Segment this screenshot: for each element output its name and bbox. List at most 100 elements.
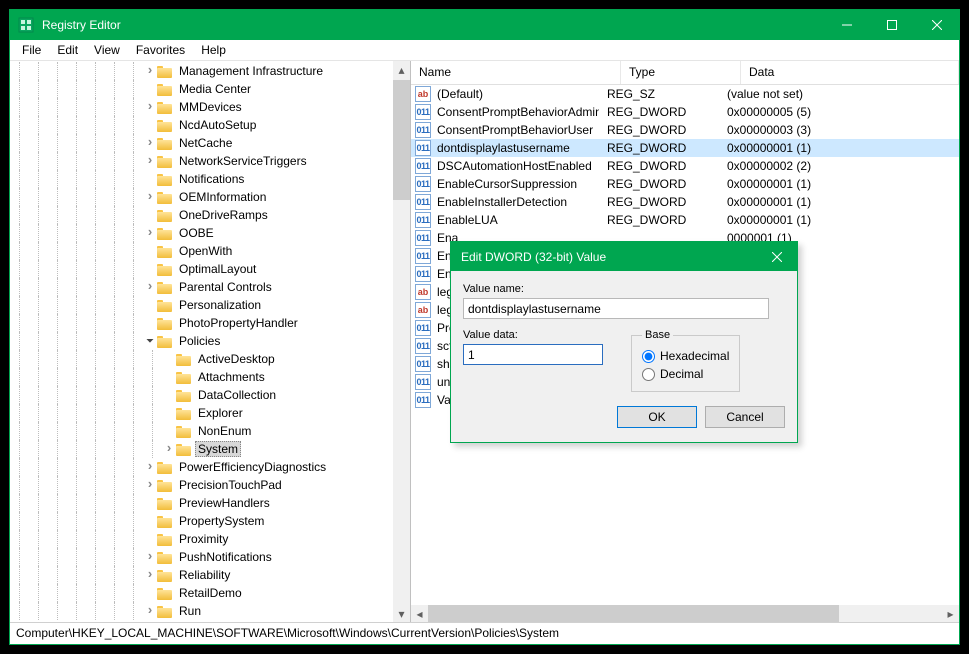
radio-dec-input[interactable] — [642, 368, 655, 381]
folder-icon — [157, 496, 173, 511]
tree-item[interactable]: NetCache — [10, 134, 410, 152]
tree-item[interactable]: PrecisionTouchPad — [10, 476, 410, 494]
tree-item[interactable]: Management Infrastructure — [10, 62, 410, 80]
tree-item-label: NetCache — [176, 136, 235, 150]
list-hscrollbar[interactable]: ◂ ▸ — [411, 605, 959, 622]
tree-item[interactable]: NcdAutoSetup — [10, 116, 410, 134]
tree-item[interactable]: PropertySystem — [10, 512, 410, 530]
tree-item[interactable]: Parental Controls — [10, 278, 410, 296]
cell-name: 011DSCAutomationHostEnabled — [411, 158, 599, 174]
dialog-close-button[interactable] — [757, 242, 797, 271]
chevron-right-icon[interactable] — [143, 281, 157, 293]
chevron-right-icon[interactable] — [143, 479, 157, 491]
tree-item[interactable]: Attachments — [10, 368, 410, 386]
tree-item[interactable]: Media Center — [10, 80, 410, 98]
tree-item[interactable]: Notifications — [10, 170, 410, 188]
chevron-right-icon[interactable] — [143, 227, 157, 239]
tree-item[interactable]: DataCollection — [10, 386, 410, 404]
tree-item[interactable]: System — [10, 440, 410, 458]
titlebar[interactable]: Registry Editor — [10, 10, 959, 40]
folder-icon — [157, 208, 173, 223]
chevron-right-icon[interactable] — [143, 461, 157, 473]
tree-item[interactable]: MMDevices — [10, 98, 410, 116]
chevron-right-icon[interactable] — [143, 551, 157, 563]
tree-item[interactable]: PowerEfficiencyDiagnostics — [10, 458, 410, 476]
menubar: File Edit View Favorites Help — [10, 40, 959, 61]
tree-item-label: NcdAutoSetup — [176, 118, 259, 132]
chevron-down-icon[interactable] — [143, 336, 157, 347]
value-data-field[interactable] — [463, 344, 603, 365]
tree-item[interactable]: Reliability — [10, 566, 410, 584]
menu-edit[interactable]: Edit — [49, 41, 86, 59]
cell-name: 011EnableLUA — [411, 212, 599, 228]
tree-item[interactable]: PhotoPropertyHandler — [10, 314, 410, 332]
tree-item[interactable]: Run — [10, 602, 410, 620]
chevron-right-icon[interactable] — [143, 155, 157, 167]
col-name[interactable]: Name — [411, 61, 621, 84]
tree-item[interactable]: Policies — [10, 332, 410, 350]
tree-item[interactable]: OpenWith — [10, 242, 410, 260]
tree-item[interactable]: PushNotifications — [10, 548, 410, 566]
tree-item[interactable]: OptimalLayout — [10, 260, 410, 278]
tree[interactable]: Management InfrastructureMedia Center MMD… — [10, 61, 410, 622]
list-row[interactable]: 011EnableLUAREG_DWORD0x00000001 (1) — [411, 211, 959, 229]
menu-file[interactable]: File — [14, 41, 49, 59]
list-row[interactable]: 011EnableCursorSuppressionREG_DWORD0x000… — [411, 175, 959, 193]
chevron-right-icon[interactable] — [143, 569, 157, 581]
tree-item[interactable]: Proximity — [10, 530, 410, 548]
minimize-button[interactable] — [824, 10, 869, 40]
scroll-right-icon[interactable]: ▸ — [942, 605, 959, 622]
scroll-up-icon[interactable]: ▴ — [393, 61, 410, 78]
scroll-down-icon[interactable]: ▾ — [393, 605, 410, 622]
ok-button[interactable]: OK — [617, 406, 697, 428]
tree-item[interactable]: OneDriveRamps — [10, 206, 410, 224]
menu-view[interactable]: View — [86, 41, 128, 59]
binary-value-icon: 011 — [415, 194, 431, 210]
tree-item[interactable]: PreviewHandlers — [10, 494, 410, 512]
radio-hex-input[interactable] — [642, 350, 655, 363]
list-row[interactable]: 011dontdisplaylastusernameREG_DWORD0x000… — [411, 139, 959, 157]
binary-value-icon: 011 — [415, 230, 431, 246]
tree-vscrollbar[interactable]: ▴ ▾ — [393, 61, 410, 622]
tree-item-label: MMDevices — [176, 100, 245, 114]
scroll-thumb[interactable] — [393, 80, 410, 200]
chevron-right-icon[interactable] — [162, 443, 176, 455]
tree-item-label: ActiveDesktop — [195, 352, 278, 366]
tree-item[interactable]: OEMInformation — [10, 188, 410, 206]
col-data[interactable]: Data — [741, 61, 959, 84]
maximize-button[interactable] — [869, 10, 914, 40]
chevron-right-icon[interactable] — [143, 605, 157, 617]
menu-help[interactable]: Help — [193, 41, 234, 59]
chevron-right-icon[interactable] — [143, 101, 157, 113]
radio-hex[interactable]: Hexadecimal — [642, 347, 729, 365]
binary-value-icon: 011 — [415, 374, 431, 390]
tree-item[interactable]: ActiveDesktop — [10, 350, 410, 368]
chevron-right-icon[interactable] — [143, 191, 157, 203]
folder-icon — [157, 586, 173, 601]
scroll-left-icon[interactable]: ◂ — [411, 605, 428, 622]
tree-item[interactable]: RetailDemo — [10, 584, 410, 602]
close-button[interactable] — [914, 10, 959, 40]
value-name-field[interactable] — [463, 298, 769, 319]
tree-item[interactable]: Explorer — [10, 404, 410, 422]
dialog-titlebar[interactable]: Edit DWORD (32-bit) Value — [451, 242, 797, 271]
col-type[interactable]: Type — [621, 61, 741, 84]
cancel-button[interactable]: Cancel — [705, 406, 785, 428]
radio-dec[interactable]: Decimal — [642, 365, 729, 383]
cell-name: 011EnableCursorSuppression — [411, 176, 599, 192]
list-row[interactable]: 011ConsentPromptBehaviorUserREG_DWORD0x0… — [411, 121, 959, 139]
list-row[interactable]: 011EnableInstallerDetectionREG_DWORD0x00… — [411, 193, 959, 211]
tree-item[interactable]: NetworkServiceTriggers — [10, 152, 410, 170]
tree-item[interactable]: Personalization — [10, 296, 410, 314]
list-row[interactable]: 011ConsentPromptBehaviorAdminREG_DWORD0x… — [411, 103, 959, 121]
tree-item[interactable]: OOBE — [10, 224, 410, 242]
list-row[interactable]: ab(Default)REG_SZ(value not set) — [411, 85, 959, 103]
tree-item[interactable]: NonEnum — [10, 422, 410, 440]
chevron-right-icon[interactable] — [143, 65, 157, 77]
list-row[interactable]: 011DSCAutomationHostEnabledREG_DWORD0x00… — [411, 157, 959, 175]
scroll-track[interactable] — [393, 78, 410, 605]
scroll-track[interactable] — [428, 605, 942, 622]
menu-favorites[interactable]: Favorites — [128, 41, 193, 59]
scroll-thumb[interactable] — [428, 605, 839, 622]
chevron-right-icon[interactable] — [143, 137, 157, 149]
